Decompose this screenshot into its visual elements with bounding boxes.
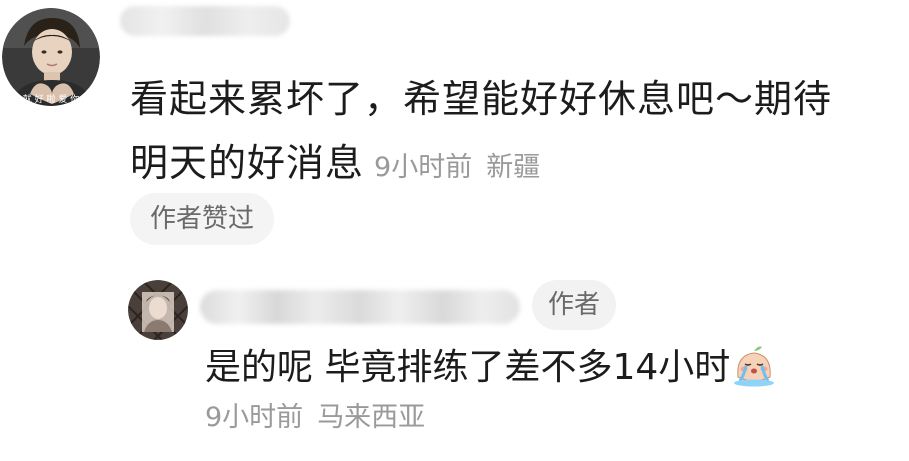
reply-author-name-blurred[interactable] <box>200 290 520 324</box>
reply-meta: 9小时前 马来西亚 <box>205 398 425 438</box>
comment-thread: 就 好 啦 爱 你 看起来累坏了，希望能好好休息吧～期待明天的好消息 9小时前 新疆… <box>0 0 909 461</box>
author-liked-badge: 作者赞过 <box>130 193 275 245</box>
svg-text:就 好 啦 爱 你: 就 好 啦 爱 你 <box>23 93 79 105</box>
crying-face-emoji-icon <box>732 343 776 401</box>
commenter-name-blurred[interactable] <box>120 6 290 36</box>
commenter-avatar[interactable]: 就 好 啦 爱 你 <box>2 8 100 106</box>
reply-body: 是的呢 毕竟排练了差不多14小时 <box>205 343 776 401</box>
author-tag: 作者 <box>532 280 617 330</box>
comment-meta: 9小时前 新疆 <box>374 152 540 183</box>
comment-time: 9小时前 <box>374 152 473 183</box>
comment-location: 新疆 <box>486 152 541 183</box>
reply-time: 9小时前 <box>205 402 304 433</box>
reply-location: 马来西亚 <box>317 402 426 433</box>
reply-text: 是的呢 毕竟排练了差不多14小时 <box>205 347 731 388</box>
reply-avatar[interactable] <box>128 280 188 340</box>
comment-body: 看起来累坏了，希望能好好休息吧～期待明天的好消息 9小时前 新疆 <box>130 67 870 200</box>
